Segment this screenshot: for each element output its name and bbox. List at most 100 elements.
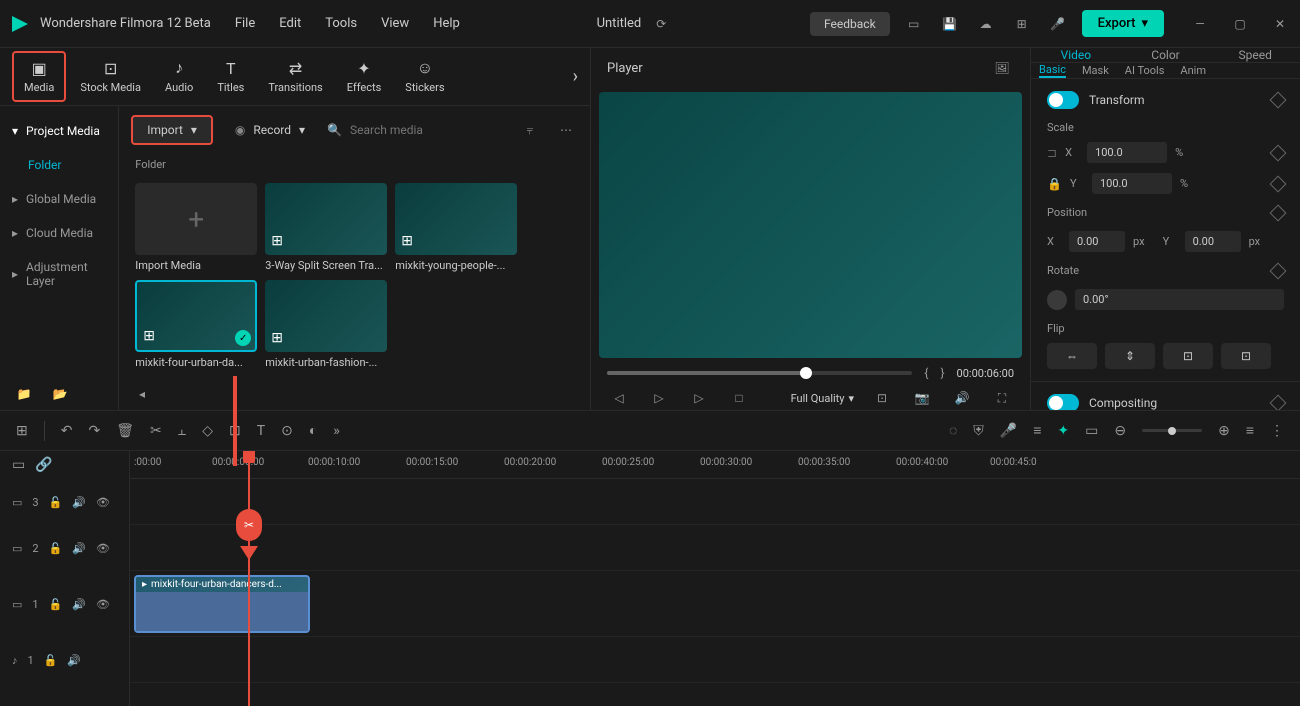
menu-file[interactable]: File [235, 16, 255, 31]
track-options-icon[interactable]: ▭ [12, 457, 25, 473]
progress-thumb[interactable] [800, 367, 812, 379]
marker-icon[interactable]: ◇ [202, 423, 213, 439]
props-subtab-anim[interactable]: Anim [1180, 63, 1206, 78]
nav-tab-transitions[interactable]: ⇄ Transitions [258, 53, 332, 100]
flip-paste-button[interactable]: ⊡ [1221, 343, 1271, 369]
play-backward-button[interactable]: ▷ [647, 386, 671, 410]
keyframe-icon[interactable] [1270, 262, 1287, 279]
auto-icon[interactable]: ✦ [1057, 423, 1069, 439]
rotate-input[interactable] [1075, 289, 1284, 310]
mute-icon[interactable]: 🔊 [67, 654, 81, 667]
stop-button[interactable]: □ [727, 386, 751, 410]
flip-copy-button[interactable]: ⊡ [1163, 343, 1213, 369]
media-item-import[interactable]: + Import Media [135, 183, 257, 272]
visibility-icon[interactable]: 👁 [96, 542, 110, 555]
track-header-video-2[interactable]: ▭ 2 🔓 🔊 👁 [0, 525, 129, 571]
voiceover-icon[interactable]: ◌ [949, 422, 957, 439]
display-icon[interactable]: ⊡ [870, 386, 894, 410]
sidebar-item-cloud-media[interactable]: ▸ Cloud Media [0, 216, 118, 250]
scale-y-input[interactable] [1092, 173, 1172, 194]
mute-icon[interactable]: 🔊 [72, 496, 86, 509]
mic-icon[interactable]: 🎤 [1046, 12, 1070, 36]
snapshot-icon[interactable]: 🖼 [990, 56, 1014, 80]
track-row[interactable] [130, 637, 1300, 683]
props-tab-video[interactable]: Video [1031, 48, 1121, 62]
zoom-slider[interactable] [1142, 429, 1202, 432]
cut-icon[interactable]: ✂ [150, 423, 162, 439]
track-row[interactable] [130, 479, 1300, 525]
track-header-audio-1[interactable]: ♪ 1 🔓 🔊 [0, 637, 129, 683]
props-tab-color[interactable]: Color [1121, 48, 1211, 62]
keyframe-icon[interactable] [1270, 144, 1287, 161]
filter-icon[interactable]: ⫧ [518, 118, 542, 142]
record-button[interactable]: ◉ Record ▾ [225, 117, 315, 143]
nav-tab-media[interactable]: ▣ Media [12, 51, 66, 102]
track-row[interactable]: ▸mixkit-four-urban-dancers-d... [130, 571, 1300, 637]
fullscreen-icon[interactable]: ⛶ [990, 386, 1014, 410]
flip-vertical-button[interactable]: ⇕ [1105, 343, 1155, 369]
menu-view[interactable]: View [381, 16, 409, 31]
close-button[interactable]: ✕ [1268, 12, 1292, 36]
media-item[interactable]: ⊞ 3-Way Split Screen Tra... [265, 183, 387, 272]
rotate-dial[interactable] [1047, 290, 1067, 310]
keyframe-icon[interactable] [1270, 204, 1287, 221]
media-item[interactable]: ⊞ mixkit-urban-fashion-... [265, 280, 387, 369]
cloud-icon[interactable]: ☁ [974, 12, 998, 36]
options-icon[interactable]: ⋮ [1270, 423, 1284, 439]
lock-icon[interactable]: 🔓 [49, 542, 63, 555]
visibility-icon[interactable]: 👁 [96, 598, 110, 611]
mute-icon[interactable]: 🔊 [72, 598, 86, 611]
prev-frame-button[interactable]: ◁ [607, 386, 631, 410]
lock-icon[interactable]: 🔓 [49, 598, 63, 611]
transform-toggle[interactable] [1047, 91, 1079, 109]
sidebar-item-adjustment-layer[interactable]: ▸ Adjustment Layer [0, 250, 118, 298]
keyframe-icon[interactable] [1270, 175, 1287, 192]
flip-horizontal-button[interactable]: ⇔ [1047, 343, 1097, 369]
sync-icon[interactable]: ⟳ [649, 12, 673, 36]
nav-tab-effects[interactable]: ✦ Effects [337, 53, 392, 100]
playhead-scissor-icon[interactable]: ✂ [236, 509, 262, 541]
nav-next-arrow[interactable]: › [573, 66, 578, 87]
scale-x-input[interactable] [1087, 142, 1167, 163]
layout-icon[interactable]: ▭ [902, 12, 926, 36]
mark-out-button[interactable]: } [940, 366, 944, 380]
search-input[interactable] [350, 123, 506, 137]
preview-video[interactable] [599, 92, 1022, 358]
new-folder-icon[interactable]: 📁 [12, 382, 36, 406]
color-icon[interactable]: ◐ [309, 422, 317, 439]
props-subtab-mask[interactable]: Mask [1082, 63, 1109, 78]
pos-y-input[interactable] [1185, 231, 1241, 252]
delete-icon[interactable]: 🗑 [116, 423, 134, 439]
timeline-ruler[interactable]: :00:00 00:00:05:00 00:00:10:00 00:00:15:… [130, 451, 1300, 479]
keyframe-icon[interactable] [1270, 395, 1287, 410]
visibility-icon[interactable]: 👁 [96, 496, 110, 509]
folder-label[interactable]: Folder [0, 148, 118, 182]
text-icon[interactable]: T [257, 423, 265, 439]
menu-tools[interactable]: Tools [325, 16, 357, 31]
save-icon[interactable]: 💾 [938, 12, 962, 36]
camera-icon[interactable]: 📷 [910, 386, 934, 410]
playhead-handle[interactable] [243, 451, 255, 463]
speed-icon[interactable]: ⊙ [281, 423, 293, 439]
track-header-video-3[interactable]: ▭ 3 🔓 🔊 👁 [0, 479, 129, 525]
nav-tab-titles[interactable]: T Titles [207, 53, 254, 100]
feedback-button[interactable]: Feedback [810, 12, 890, 36]
mute-icon[interactable]: 🔊 [72, 542, 86, 555]
lock-icon[interactable]: 🔓 [49, 496, 63, 509]
menu-help[interactable]: Help [433, 16, 460, 31]
export-button[interactable]: Export ▾ [1082, 10, 1164, 37]
quality-selector[interactable]: Full Quality ▾ [791, 392, 854, 405]
mark-in-button[interactable]: { [924, 366, 928, 380]
compositing-toggle[interactable] [1047, 394, 1079, 410]
split-icon[interactable]: ⫠ [178, 423, 186, 439]
grid-icon[interactable]: ⊞ [1010, 12, 1034, 36]
audio-icon[interactable]: ≡ [1033, 422, 1041, 439]
pos-x-input[interactable] [1069, 231, 1125, 252]
shield-icon[interactable]: ⛨ [973, 423, 984, 439]
zoom-in-icon[interactable]: ⊕ [1218, 423, 1230, 439]
view-mode-icon[interactable]: ≡ [1246, 422, 1254, 439]
delete-folder-icon[interactable]: 📂 [48, 382, 72, 406]
props-subtab-basic[interactable]: Basic [1039, 63, 1066, 78]
track-row[interactable] [130, 525, 1300, 571]
play-button[interactable]: ▷ [687, 386, 711, 410]
